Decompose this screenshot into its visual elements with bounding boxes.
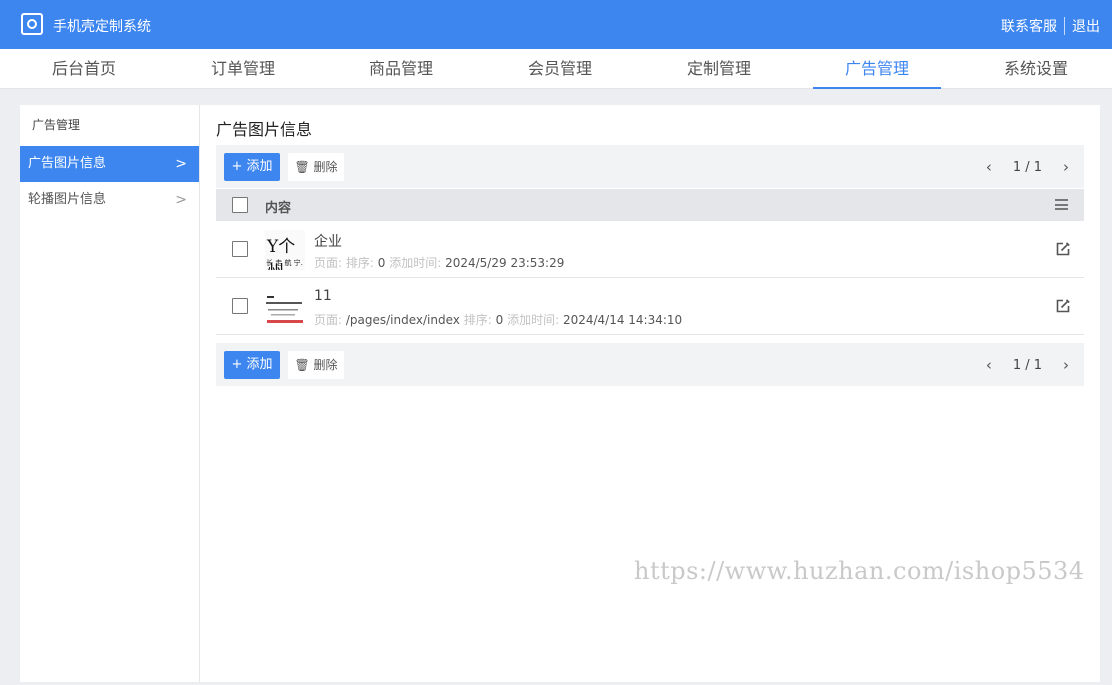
sidebar-heading: 广告管理 [32,118,81,132]
trash-icon: 🗑︎ [294,160,310,174]
add-button[interactable]: + 添加 [224,351,280,379]
tab-ads[interactable]: 广告管理 [813,49,941,89]
prev-page-button[interactable]: ‹ [979,356,999,374]
next-page-button[interactable]: › [1056,356,1076,374]
delete-label: 删除 [313,358,338,372]
sort-value: 0 [495,313,504,327]
column-header-content: 内容 [265,201,292,216]
sort-label: 排序: [463,313,492,327]
add-button[interactable]: + 添加 [224,153,280,181]
table-row: 11 页面: /pages/index/index 排序: 0 添加时间: 20… [216,278,1084,335]
support-link[interactable]: 联系客服 [1001,16,1057,36]
time-value: 2024/5/29 23:53:29 [445,256,565,270]
row-checkbox[interactable] [232,241,248,257]
thumbnail-graphic [265,287,305,327]
tab-dashboard[interactable]: 后台首页 [20,49,148,89]
tab-members[interactable]: 会员管理 [496,49,624,89]
sidebar-item-carousel-images[interactable]: 轮播图片信息 > [20,182,199,218]
sidebar-item-label: 轮播图片信息 [28,192,107,207]
main-panel: 广告管理 广告图片信息 > 轮播图片信息 > 广告图片信息 + 添加 🗑︎ 删除… [20,105,1100,682]
top-bar: 手机壳定制系统 联系客服 退出 [0,0,1112,49]
delete-label: 删除 [313,160,338,174]
table-header: 内容 [216,189,1084,221]
delete-button[interactable]: 🗑︎ 删除 [288,351,344,379]
page-indicator: 1 / 1 [1012,357,1042,373]
divider [1064,17,1065,35]
main-nav: 后台首页 订单管理 商品管理 会员管理 定制管理 广告管理 系统设置 [0,49,1112,89]
tab-orders[interactable]: 订单管理 [179,49,307,89]
row-meta: 页面: 排序: 0 添加时间: 2024/5/29 23:53:29 [314,254,564,271]
page-label: 页面: [314,256,343,270]
page-indicator: 1 / 1 [1012,159,1042,175]
trash-icon: 🗑︎ [294,358,310,372]
tab-products[interactable]: 商品管理 [337,49,465,89]
row-checkbox[interactable] [232,298,248,314]
toolbar-bottom: + 添加 🗑︎ 删除 ‹ 1 / 1 › [216,343,1084,386]
row-meta: 页面: /pages/index/index 排序: 0 添加时间: 2024/… [314,311,682,328]
row-title: 企业 [314,234,342,250]
sort-label: 排序: [345,256,374,270]
sort-value: 0 [377,256,386,270]
app-title: 手机壳定制系统 [53,19,151,35]
page-label: 页面: [314,313,343,327]
toolbar-top: + 添加 🗑︎ 删除 ‹ 1 / 1 › [216,145,1084,188]
watermark-text: https://www.huzhan.com/ishop5534 [634,557,1085,585]
thumbnail-image: Y个州 长 走 航 宁. [265,230,305,270]
menu-icon[interactable] [1055,199,1068,210]
tab-settings[interactable]: 系统设置 [972,49,1100,89]
select-all-checkbox[interactable] [232,197,248,213]
time-label: 添加时间: [389,256,442,270]
thumbnail-subtext: 长 走 航 宁. [266,259,303,267]
sidebar-item-ad-images[interactable]: 广告图片信息 > [20,146,199,182]
chevron-right-icon: > [175,192,187,208]
next-page-button[interactable]: › [1056,158,1076,176]
delete-button[interactable]: 🗑︎ 删除 [288,153,344,181]
table-row: Y个州 长 走 航 宁. 企业 页面: 排序: 0 添加时间: 2024/5/2… [216,221,1084,278]
page-value: /pages/index/index [345,313,460,327]
sidebar-item-label: 广告图片信息 [28,156,107,171]
page-title: 广告图片信息 [216,120,313,139]
time-label: 添加时间: [507,313,560,327]
sidebar: 广告管理 广告图片信息 > 轮播图片信息 > [20,105,200,682]
thumbnail-image [265,287,305,327]
logout-link[interactable]: 退出 [1072,16,1100,36]
safe-box-icon [21,13,43,35]
prev-page-button[interactable]: ‹ [979,158,999,176]
time-value: 2024/4/14 14:34:10 [562,313,683,327]
pager: ‹ 1 / 1 › [979,355,1076,375]
top-links: 联系客服 退出 [1001,16,1100,36]
edit-icon[interactable] [1055,298,1071,314]
chevron-right-icon: > [175,156,187,172]
pager: ‹ 1 / 1 › [979,157,1076,177]
row-title: 11 [314,288,332,304]
tab-customization[interactable]: 定制管理 [655,49,783,89]
edit-icon[interactable] [1055,241,1071,257]
